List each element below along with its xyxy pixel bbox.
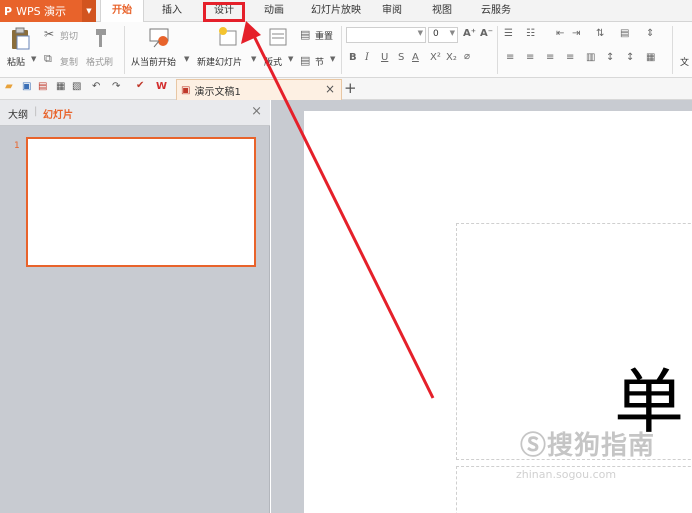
justify-icon[interactable]: ≡ [566, 52, 574, 63]
tab-insert[interactable]: 插入 [152, 0, 192, 22]
bold-icon[interactable]: B [349, 52, 357, 63]
tab-outline[interactable]: 大纲 [8, 106, 28, 121]
reset-button[interactable]: 重置 [315, 29, 333, 42]
wps-logo-icon: P [4, 4, 13, 18]
divider [497, 26, 498, 74]
numbered-list-icon[interactable]: ☷ [526, 28, 535, 39]
font-name-select[interactable]: ▼ [346, 27, 426, 43]
tab-home[interactable]: 开始 [100, 0, 144, 23]
design-tab-highlight [203, 2, 245, 22]
tab-view[interactable]: 视图 [424, 0, 460, 22]
shrink-font-icon[interactable]: A⁻ [480, 28, 493, 39]
divider [124, 26, 125, 74]
divider [341, 26, 342, 74]
strikethrough-icon[interactable]: S [398, 52, 404, 63]
chevron-down-icon[interactable]: ▼ [330, 55, 335, 63]
watermark-text: 搜狗指南 [547, 431, 656, 461]
print-preview-icon[interactable]: ▧ [72, 81, 81, 92]
text-direction-icon[interactable]: ⇅ [596, 28, 604, 39]
superscript-icon[interactable]: X² [430, 52, 441, 63]
align-text-icon[interactable]: ▤ [620, 28, 629, 39]
layout-icon[interactable] [268, 27, 288, 47]
section-icon[interactable]: ▤ [300, 54, 310, 67]
slide-number: 1 [14, 141, 20, 151]
slides-panel: 大纲 | 幻灯片 × 1 [0, 100, 270, 513]
font-size-value: 0 [433, 29, 439, 39]
app-label: WPS 演示 [16, 5, 67, 18]
divider [672, 26, 673, 74]
textbox-button[interactable]: 文 [680, 55, 689, 68]
subscript-icon[interactable]: X₂ [446, 52, 457, 63]
reset-icon[interactable]: ▤ [300, 28, 310, 41]
format-painter-icon[interactable] [90, 27, 110, 49]
new-slide-icon[interactable] [216, 26, 240, 48]
font-color-icon[interactable]: A [412, 52, 419, 63]
layout-button[interactable]: 版式 [264, 55, 282, 68]
close-icon[interactable]: × [251, 104, 262, 119]
decrease-indent-icon[interactable]: ⇤ [556, 28, 564, 39]
wps-logo-icon[interactable]: W [156, 81, 167, 92]
save-icon[interactable]: ▣ [22, 81, 31, 92]
chevron-down-icon: ▼ [417, 29, 423, 37]
columns-icon[interactable]: ▦ [646, 52, 655, 63]
line-spacing-icon[interactable]: ↕ [606, 52, 614, 63]
tab-cloud[interactable]: 云服务 [474, 0, 518, 22]
tab-slides[interactable]: 幻灯片 [43, 106, 73, 121]
align-left-icon[interactable]: ≡ [506, 52, 514, 63]
underline-icon[interactable]: U [381, 52, 388, 63]
sogou-logo-icon: Ⓢ [520, 431, 548, 461]
align-right-icon[interactable]: ≡ [546, 52, 554, 63]
chevron-down-icon: ▼ [449, 29, 455, 37]
chevron-down-icon[interactable]: ▼ [251, 55, 256, 63]
undo-icon[interactable]: ↶ [92, 81, 100, 92]
grow-font-icon[interactable]: A⁺ [463, 28, 476, 39]
paste-dropdown-icon[interactable]: ▼ [31, 55, 36, 63]
document-tab-title: 演示文稿1 [194, 86, 241, 98]
cut-button[interactable]: 剪切 [60, 29, 78, 42]
copy-icon[interactable]: ⧉ [44, 52, 52, 66]
increase-indent-icon[interactable]: ⇥ [572, 28, 580, 39]
menu-bar: P WPS 演示 ▼ 开始 插入 设计 动画 幻灯片放映 审阅 视图 云服务 [0, 0, 692, 23]
tab-review[interactable]: 审阅 [374, 0, 410, 22]
customize-toolbar-icon[interactable]: ✔ [136, 80, 144, 91]
new-slide-button[interactable]: 新建幻灯片 [197, 55, 242, 68]
tab-animation[interactable]: 动画 [254, 0, 294, 22]
from-current-button[interactable]: 从当前开始 [131, 55, 176, 68]
chevron-down-icon[interactable]: ▼ [82, 0, 96, 22]
export-pdf-icon[interactable]: ▤ [38, 81, 47, 92]
tab-divider: | [34, 106, 38, 117]
format-painter-button[interactable]: 格式刷 [86, 55, 113, 68]
document-tab[interactable]: ▣ 演示文稿1 × [176, 79, 342, 100]
section-button[interactable]: 节 [315, 55, 324, 68]
paragraph-spacing-icon[interactable]: ↕ [626, 52, 634, 63]
watermark-url: zhinan.sogou.com [516, 468, 617, 481]
sort-icon[interactable]: ⇕ [646, 28, 654, 39]
watermark: Ⓢ搜狗指南 [520, 425, 655, 462]
close-icon[interactable]: × [325, 82, 335, 96]
copy-button[interactable]: 复制 [60, 55, 78, 68]
presentation-file-icon: ▣ [181, 84, 191, 96]
font-size-select[interactable]: 0 ▼ [428, 27, 458, 43]
paste-icon[interactable] [9, 27, 31, 51]
print-icon[interactable]: ▦ [56, 81, 65, 92]
slide-thumbnail[interactable] [26, 137, 256, 267]
ribbon: 粘贴 ▼ ✂ 剪切 ⧉ 复制 格式刷 从当前开始 ▼ 新建幻灯片 ▼ 版式 ▼ … [0, 22, 692, 78]
quick-access-bar: ▰ ▣ ▤ ▦ ▧ ↶ ↷ ✔ W ▣ 演示文稿1 × + [0, 78, 692, 100]
slides-panel-header: 大纲 | 幻灯片 × [0, 100, 270, 126]
wps-app-button[interactable]: P WPS 演示 ▼ [0, 0, 96, 22]
slideshow-icon[interactable] [148, 27, 172, 49]
add-tab-icon[interactable]: + [344, 79, 357, 97]
italic-icon[interactable]: I [365, 52, 369, 63]
bullet-list-icon[interactable]: ☰ [504, 28, 513, 39]
scissors-icon[interactable]: ✂ [44, 27, 54, 41]
clear-format-icon[interactable]: ⌀ [464, 51, 470, 62]
chevron-down-icon[interactable]: ▼ [184, 55, 189, 63]
redo-icon[interactable]: ↷ [112, 81, 120, 92]
paste-button[interactable]: 粘贴 [7, 55, 25, 68]
chevron-down-icon[interactable]: ▼ [288, 55, 293, 63]
tab-slideshow[interactable]: 幻灯片放映 [304, 0, 368, 22]
align-center-icon[interactable]: ≡ [526, 52, 534, 63]
open-folder-icon[interactable]: ▰ [5, 81, 13, 92]
distribute-icon[interactable]: ▥ [586, 52, 595, 63]
